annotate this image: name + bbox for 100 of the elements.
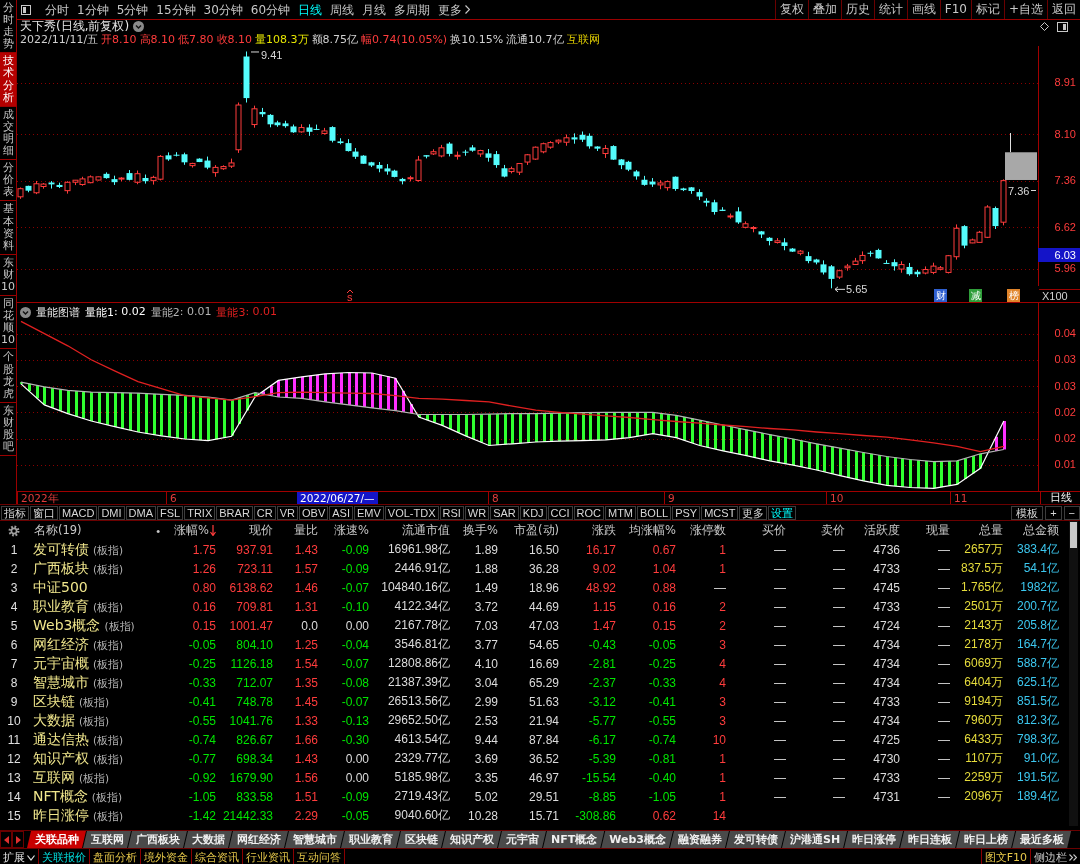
related-tab[interactable]: 知识产权 — [442, 831, 501, 848]
column-header[interactable]: 均涨幅% — [629, 523, 676, 538]
board-name[interactable]: 中证500 — [33, 578, 88, 597]
sidebar-tab[interactable]: 分价表 — [0, 160, 16, 202]
board-name[interactable]: 职业教育 — [33, 597, 89, 616]
toolbar-button[interactable]: 复权 — [774, 0, 808, 19]
column-header[interactable]: 总金额 — [1023, 523, 1059, 538]
related-tab[interactable]: 最近多板 — [1012, 831, 1072, 848]
board-name[interactable]: Web3概念 — [33, 616, 101, 635]
board-name[interactable]: 智慧城市 — [33, 673, 89, 692]
settings-icon[interactable] — [8, 524, 20, 537]
indicator-tab[interactable]: PSY — [672, 505, 701, 520]
indicator-tab[interactable]: MACD — [59, 505, 98, 520]
expand-button[interactable]: 扩展 — [0, 849, 39, 864]
sidebar-tab[interactable]: 技术分析 — [0, 53, 16, 107]
indicator-tab[interactable]: DMA — [125, 505, 156, 520]
indicator-tab[interactable]: 设置 — [768, 505, 797, 520]
column-header[interactable]: 涨幅% — [174, 523, 216, 538]
indicator-tab[interactable]: ASI — [329, 505, 353, 520]
indicator-tab[interactable]: 更多 — [739, 505, 768, 520]
related-tab[interactable]: 昨日涨停 — [844, 831, 904, 848]
period-tab[interactable]: 分时 — [41, 0, 73, 19]
related-tab[interactable]: 智慧城市 — [285, 831, 344, 848]
indicator-tab[interactable]: SAR — [490, 505, 519, 520]
indicator-tab[interactable]: FSL — [157, 505, 184, 520]
related-tab[interactable]: 元宇宙 — [498, 831, 546, 848]
column-header[interactable]: 买价 — [762, 523, 786, 538]
toolbar-button[interactable]: 统计 — [873, 0, 907, 19]
sidebar-tab[interactable]: 成交明细 — [0, 106, 16, 161]
related-tab[interactable]: 互联网 — [83, 831, 131, 848]
footer-tab[interactable]: 关联报价 — [39, 849, 90, 864]
footer-tab[interactable]: 综合资讯 — [192, 849, 243, 864]
indicator-tab[interactable]: CR — [253, 505, 276, 520]
sidebar-tab[interactable]: 东财股吧 — [0, 402, 16, 457]
more-button[interactable]: 更多 — [434, 0, 475, 19]
column-header[interactable]: 总量 — [979, 523, 1003, 538]
related-tab[interactable]: 网红经济 — [229, 831, 288, 848]
column-header[interactable]: 流通市值 — [402, 523, 450, 538]
board-name[interactable]: 通达信热 — [33, 730, 89, 749]
related-tab[interactable]: 沪港通SH — [781, 831, 848, 848]
footer-tab[interactable]: 行业资讯 — [243, 849, 294, 864]
indicator-tab[interactable]: WR — [464, 505, 490, 520]
column-header[interactable]: 名称(19) — [34, 523, 82, 538]
period-tab[interactable]: 周线 — [326, 0, 359, 19]
indicator-tab[interactable]: BOLL — [637, 505, 672, 520]
panel-icon[interactable] — [21, 4, 31, 15]
period-tab[interactable]: 15分钟 — [152, 0, 200, 19]
scrollbar-thumb[interactable] — [1070, 522, 1077, 548]
board-name[interactable]: 网红经济 — [33, 635, 89, 654]
toolbar-button[interactable]: F10 — [939, 0, 971, 19]
column-header[interactable]: 市盈(动) — [514, 523, 559, 538]
related-tab[interactable]: Web3概念 — [601, 831, 673, 848]
event-marker[interactable]: 财 — [934, 289, 947, 302]
column-header[interactable]: 涨速% — [334, 523, 369, 538]
footer-link[interactable]: 侧边栏 — [1030, 849, 1080, 864]
period-tab[interactable]: 30分钟 — [199, 0, 247, 19]
toolbar-button[interactable]: 标记 — [970, 0, 1004, 19]
footer-tab[interactable]: 互动问答 — [294, 849, 345, 864]
period-tab[interactable]: 60分钟 — [246, 0, 295, 19]
toolbar-button[interactable]: 画线 — [906, 0, 940, 19]
toolbar-button[interactable]: +自选 — [1003, 0, 1047, 19]
column-header[interactable]: 现量 — [926, 523, 950, 538]
chevron-down-icon[interactable] — [20, 307, 31, 318]
indicator-tab[interactable]: BRAR — [216, 505, 253, 520]
related-tab[interactable]: NFT概念 — [543, 831, 605, 848]
column-header[interactable]: 活跃度 — [864, 523, 900, 538]
indicator-tab[interactable]: 窗口 — [30, 505, 58, 520]
sidebar-tab[interactable]: 个股龙虎 — [0, 349, 16, 403]
scroll-left-button[interactable] — [0, 831, 12, 848]
panel-icon[interactable] — [1057, 21, 1068, 32]
indicator-tab[interactable]: MCST — [701, 505, 739, 520]
board-name[interactable]: 大数据 — [33, 711, 75, 730]
related-tab[interactable]: 融资融券 — [669, 831, 729, 848]
board-name[interactable]: 区块链 — [33, 692, 75, 711]
sector-link[interactable]: 互联网 — [566, 32, 600, 47]
window-button[interactable]: − — [1063, 505, 1080, 520]
period-tab[interactable]: 5分钟 — [112, 0, 153, 19]
indicator-tab[interactable]: VR — [276, 505, 298, 520]
board-name[interactable]: 昨日涨停 — [33, 806, 89, 825]
board-name[interactable]: 广西板块 — [33, 559, 89, 578]
footer-link[interactable]: 图文F10 — [980, 849, 1030, 864]
column-header[interactable]: 涨跌 — [592, 523, 616, 538]
sidebar-tab[interactable]: 东财10 — [0, 254, 16, 297]
board-name[interactable]: 互联网 — [33, 768, 75, 787]
column-header[interactable]: 换手% — [463, 523, 498, 538]
toolbar-button[interactable]: 历史 — [840, 0, 874, 19]
sidebar-tab[interactable]: 同花顺10 — [0, 296, 16, 350]
period-tab[interactable]: 日线 — [294, 0, 327, 19]
window-button[interactable]: 模板 — [1011, 505, 1044, 520]
toolbar-button[interactable]: 叠加 — [807, 0, 841, 19]
related-tab[interactable]: 职业教育 — [341, 831, 400, 848]
footer-tab[interactable]: 境外资金 — [141, 849, 192, 864]
period-tab[interactable]: 月线 — [358, 0, 391, 19]
chevron-down-icon[interactable] — [133, 21, 145, 32]
board-name[interactable]: 发可转债 — [33, 540, 89, 559]
related-tab[interactable]: 广西板块 — [128, 831, 187, 848]
indicator-tab[interactable]: KDJ — [519, 505, 547, 520]
indicator-tab[interactable]: EMV — [353, 505, 384, 520]
toolbar-button[interactable]: 返回 — [1047, 0, 1080, 19]
column-header[interactable]: 量比 — [294, 523, 318, 538]
